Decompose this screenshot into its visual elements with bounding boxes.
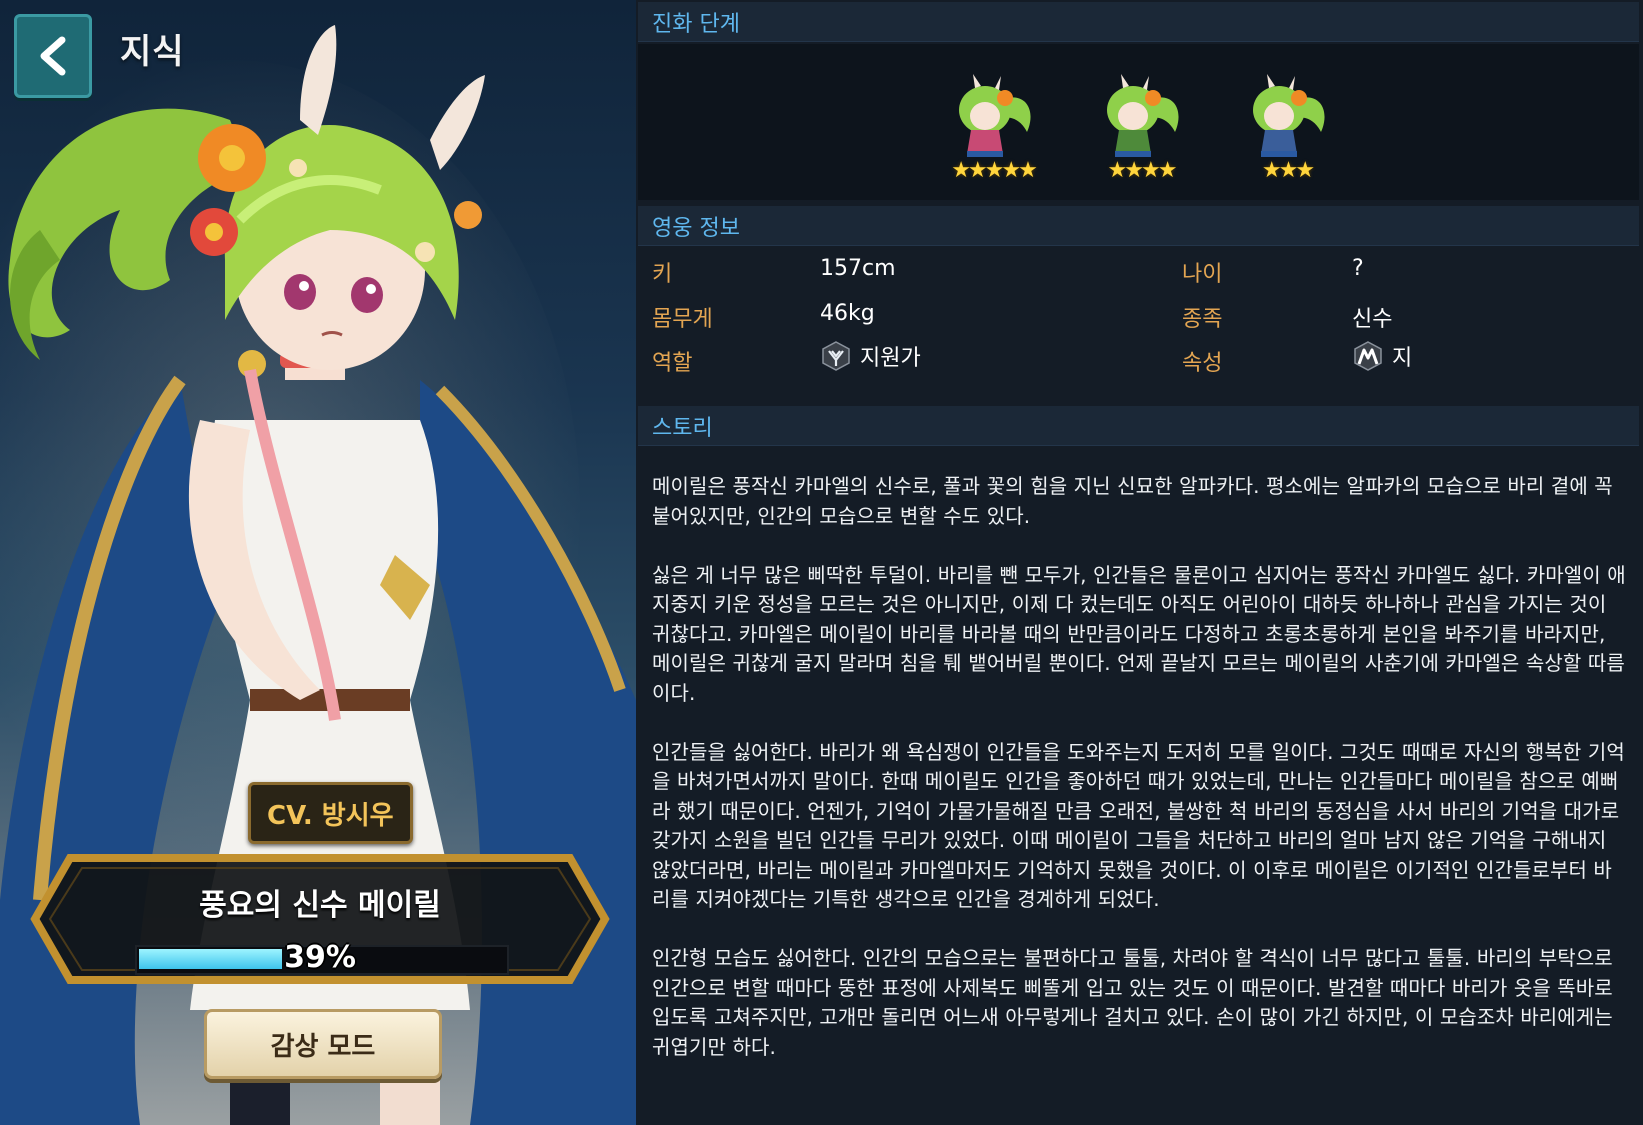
earth-attribute-icon [1354,341,1382,371]
chibi-hero-icon [959,74,1031,157]
story-heading: 스토리 [638,406,1639,446]
page-title: 지식 [120,32,185,72]
supporter-icon [822,341,850,371]
star-rating: ★★★★★ [951,158,1038,183]
chevron-left-icon [40,36,66,76]
chibi-hero-icon [1253,74,1325,157]
evolution-heading: 진화 단계 [638,2,1639,42]
role-value: 지원가 [820,340,921,372]
evolution-stage[interactable]: ★★★ [1232,70,1342,192]
story-paragraph: 메이릴은 풍작신 카마엘의 신수로, 풀과 꽃의 힘을 지닌 신묘한 알파카다.… [652,474,1613,528]
star-rating: ★★★ [1261,158,1315,183]
height-label: 키 [652,262,673,287]
role-text: 지원가 [860,346,921,371]
story-paragraph: 싫은 게 너무 많은 삐딱한 투덜이. 바리를 뺀 모두가, 인간들은 물론이고… [652,562,1626,705]
hero-art-panel: 지식 CV. 방시우 풍요의 신수 메이릴 39% 감상 모드 [0,0,636,1125]
info-panel: 진화 단계 ★★★★★ ★★★★ ★★★ 영웅 정보 키 157cm 나이 ? … [636,0,1643,1125]
story-paragraph: 인간형 모습도 싫어한다. 인간의 모습으로는 불편하다고 툴툴, 차려야 할 … [652,946,1613,1059]
attribute-value: 지 [1352,340,1412,372]
chibi-hero-icon [1107,74,1179,157]
attribute-label: 속성 [1182,351,1223,376]
height-value: 157cm [820,256,896,281]
weight-label: 몸무게 [652,307,713,332]
story-text: 메이릴은 풍작신 카마엘의 신수로, 풀과 꽃의 힘을 지닌 신묘한 알파카다.… [652,472,1627,1092]
age-label: 나이 [1182,262,1223,287]
voice-actor-badge: CV. 방시우 [248,782,413,844]
progress-percent: 39% [284,940,356,975]
view-mode-button[interactable]: 감상 모드 [204,1009,442,1079]
back-button[interactable] [14,14,92,98]
race-label: 종족 [1182,307,1223,332]
evolution-stage[interactable]: ★★★★★ [938,70,1048,192]
hero-name: 풍요의 신수 메이릴 [199,888,441,923]
hero-name-plate: 풍요의 신수 메이릴 39% [30,850,610,988]
evolution-stage[interactable]: ★★★★ [1086,70,1196,192]
race-value: 신수 [1352,307,1393,332]
role-label: 역할 [652,351,693,376]
weight-value: 46kg [820,301,875,326]
attribute-text: 지 [1392,346,1413,371]
story-paragraph: 인간들을 싫어한다. 바리가 왜 욕심쟁이 인간들을 도와주는지 도저히 모를 … [652,739,1625,912]
hero-info-heading: 영웅 정보 [638,206,1639,246]
evolution-stages: ★★★★★ ★★★★ ★★★ [638,44,1639,200]
hero-info-table: 키 157cm 나이 ? 몸무게 46kg 종족 신수 역할 지원가 속성 지 [638,250,1639,410]
star-rating: ★★★★ [1107,158,1178,183]
age-value: ? [1352,256,1364,281]
